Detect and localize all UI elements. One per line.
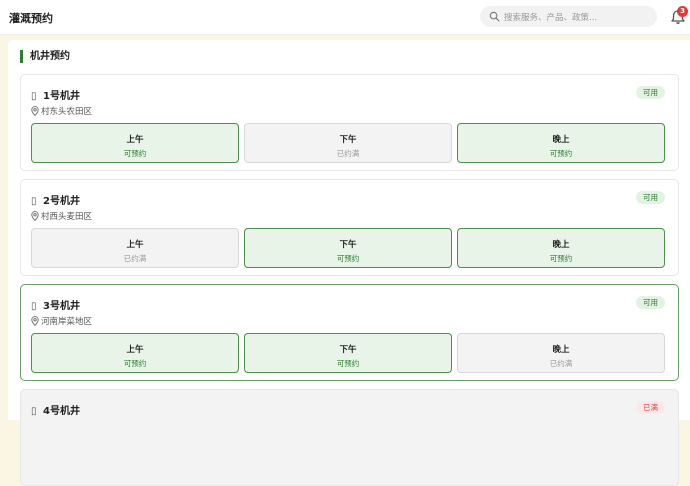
slot-state: 已约满 (123, 254, 147, 263)
slot-state: 可预约 (336, 254, 360, 263)
well-name: ▯ 1号机井 (31, 91, 80, 102)
status-badge: 可用 (636, 296, 665, 309)
slot-label: 下午 (339, 135, 357, 145)
well-icon: ▯ (31, 301, 37, 312)
slot-label: 下午 (339, 345, 357, 355)
slot-label: 上午 (126, 240, 144, 250)
status-badge: 可用 (636, 191, 665, 204)
section-title: 机井预约 (20, 50, 70, 63)
well-icon: ▯ (31, 91, 37, 102)
slot-evening[interactable]: 晚上 可预约 (457, 123, 665, 163)
well-icon: ▯ (31, 196, 37, 207)
well-name: ▯ 3号机井 (31, 301, 80, 312)
well-card-2: ▯ 2号机井 村西头麦田区 可用 上午已约满 下午可预约 晚上可预约 (20, 179, 679, 276)
search-placeholder: 搜索服务、产品、政策... (504, 13, 598, 23)
slot-state: 可预约 (549, 149, 573, 158)
slot-label: 上午 (126, 345, 144, 355)
slot-afternoon[interactable]: 下午 可预约 (244, 228, 452, 268)
slot-label: 晚上 (552, 345, 570, 355)
location-pin-icon (31, 316, 39, 327)
status-badge: 可用 (636, 86, 665, 99)
well-location: 村东头农田区 (31, 105, 92, 117)
slot-afternoon[interactable]: 下午 可预约 (244, 333, 452, 373)
slot-afternoon: 下午 已约满 (244, 123, 452, 163)
status-badge: 已满 (636, 401, 665, 414)
location-pin-icon (31, 211, 39, 222)
slot-evening: 晚上 已约满 (457, 333, 665, 373)
well-location: 河南岸菜地区 (31, 315, 92, 327)
slot-label: 晚上 (552, 135, 570, 145)
slot-evening[interactable]: 晚上 可预约 (457, 228, 665, 268)
well-name: ▯ 4号机井 (31, 406, 80, 417)
slot-label: 晚上 (552, 240, 570, 250)
slot-label: 上午 (126, 135, 144, 145)
slot-label: 下午 (339, 240, 357, 250)
slot-state: 可预约 (549, 254, 573, 263)
well-card-3[interactable]: ▯ 3号机井 河南岸菜地区 可用 上午可预约 下午可预约 晚上已约满 (20, 284, 679, 381)
slot-morning: 上午 已约满 (31, 228, 239, 268)
slot-morning[interactable]: 上午 可预约 (31, 123, 239, 163)
location-pin-icon (31, 106, 39, 117)
search-icon (489, 11, 500, 22)
search-input[interactable]: 搜索服务、产品、政策... (480, 6, 657, 27)
well-booking-panel: 机井预约 ▯ 1号机井 村东头农田区 可用 上午 可预约 下午 已约满 晚上 可预约 ▯… (8, 40, 690, 486)
slot-state: 可预约 (336, 359, 360, 368)
slot-state: 可预约 (123, 359, 147, 368)
well-card-1: ▯ 1号机井 村东头农田区 可用 上午可预约 下午已约满 晚上可预约 (20, 74, 679, 171)
slot-state: 已约满 (549, 359, 573, 368)
well-card-4: ▯ 4号机井 已满 (20, 389, 679, 486)
well-icon: ▯ (31, 406, 37, 417)
slot-morning[interactable]: 上午 可预约 (31, 333, 239, 373)
well-name: ▯ 2号机井 (31, 196, 80, 207)
app-header: 灌溉预约 搜索服务、产品、政策... 3 (0, 0, 690, 35)
notification-badge: 3 (677, 6, 688, 17)
slot-state: 可预约 (123, 149, 147, 158)
slot-state: 已约满 (336, 149, 360, 158)
well-location: 村西头麦田区 (31, 210, 92, 222)
page-title: 灌溉预约 (9, 12, 53, 25)
